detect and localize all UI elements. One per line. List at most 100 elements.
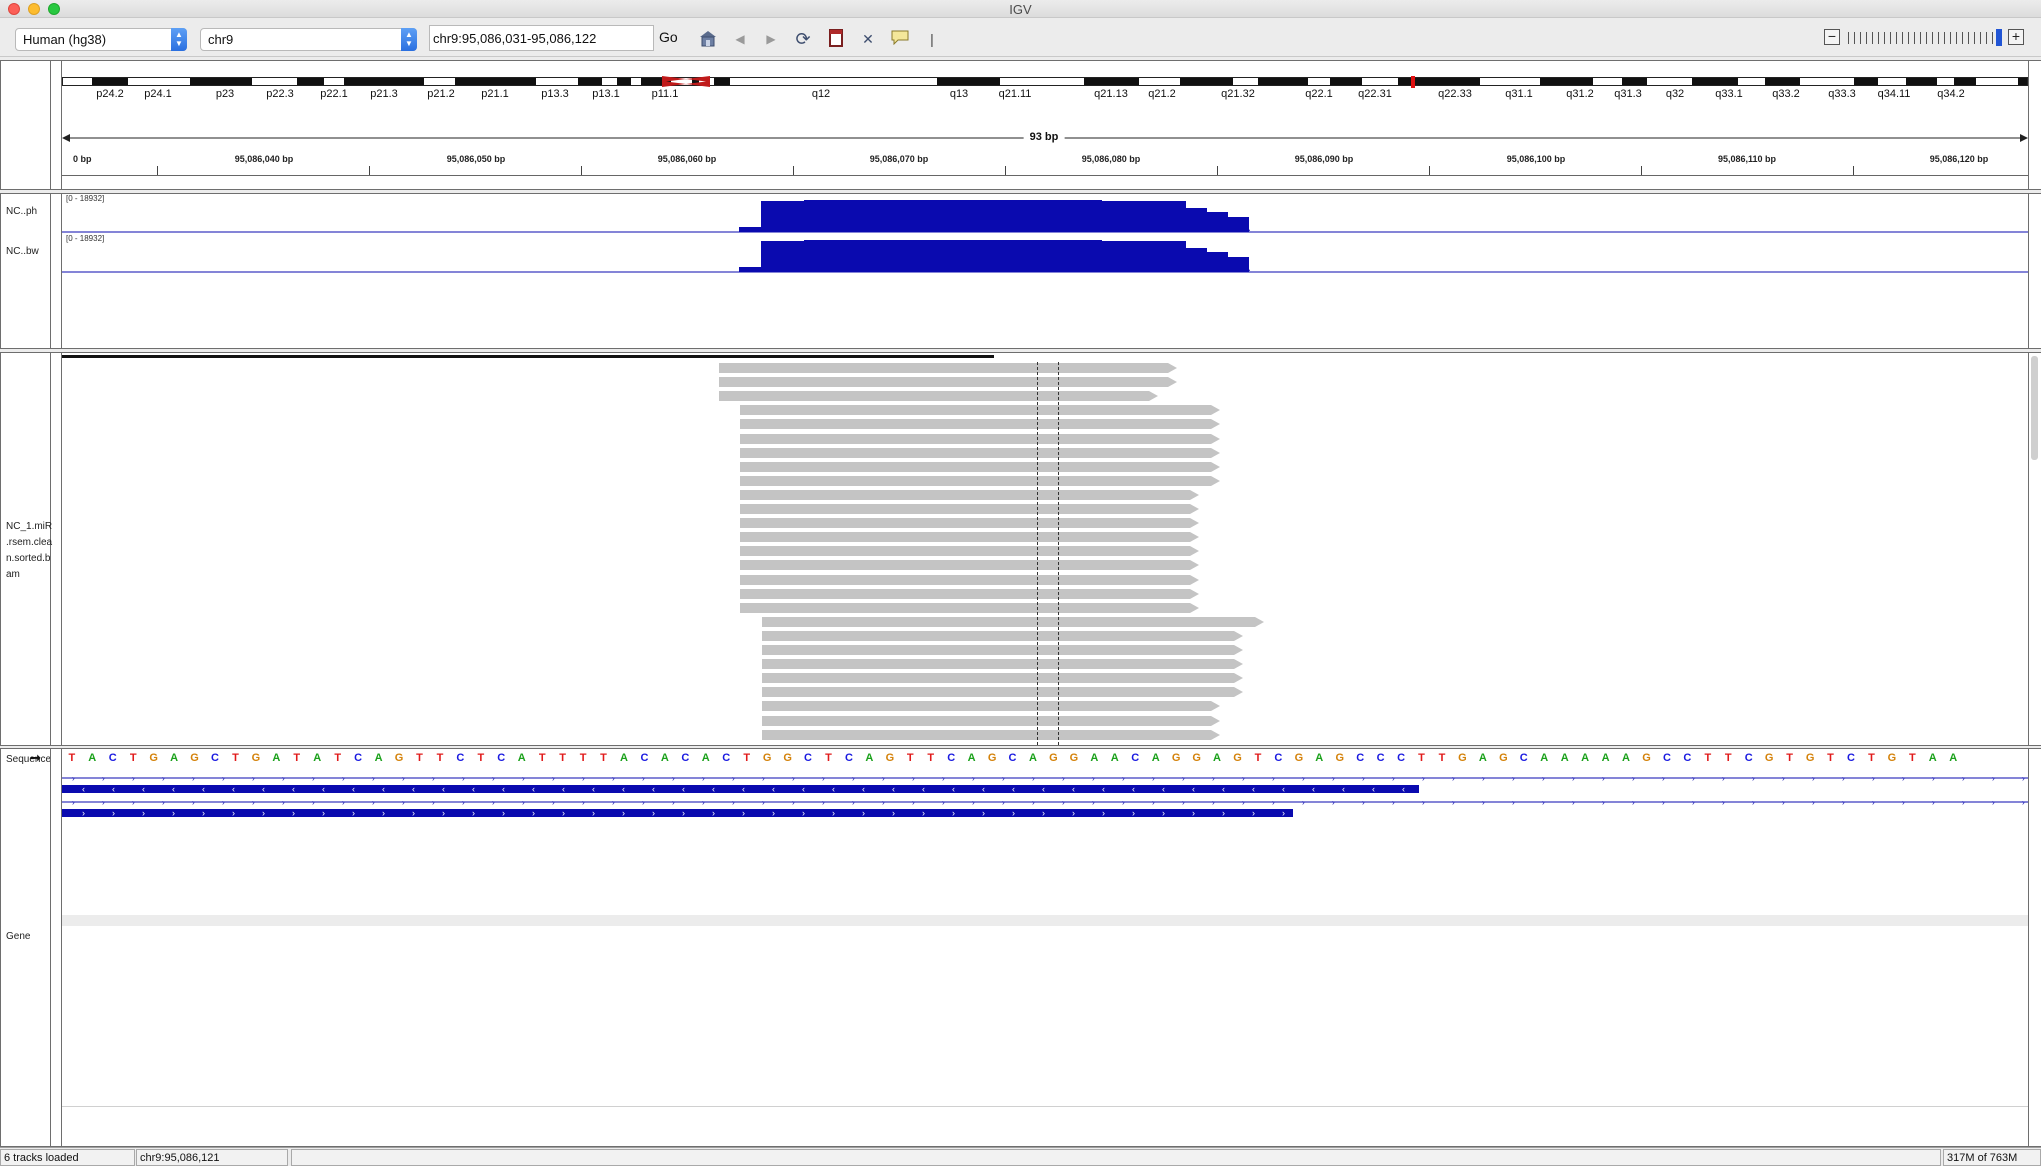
zoom-slider-thumb[interactable] [1996,29,2002,46]
alignment-read[interactable] [740,546,1199,557]
alignment-read[interactable] [740,504,1199,514]
svg-text:›: › [822,798,825,807]
alignment-read[interactable] [762,659,1243,670]
alignment-read[interactable] [740,475,1220,486]
alignment-read[interactable] [719,391,1158,402]
sequence-base: T [1254,752,1262,764]
svg-text:›: › [222,798,225,807]
popup-info-icon[interactable] [889,29,911,49]
roi-icon[interactable] [825,29,847,49]
alignment-read[interactable] [740,532,1199,543]
alignment-read[interactable] [740,560,1199,571]
svg-text:‹: ‹ [112,784,115,794]
track-name-coverage1[interactable]: NC..ph [6,204,37,220]
sequence-base: G [987,752,997,764]
svg-text:›: › [612,774,615,783]
svg-text:›: › [162,798,165,807]
alignment-read[interactable] [740,588,1199,599]
zoom-slider[interactable] [1848,32,1998,44]
zoom-in-button[interactable]: + [2008,29,2024,45]
sequence-base: A [272,752,281,764]
gene-track[interactable]: › › › › › › › › › › › › › › › › › › › › › › › › › › › › › › › › › › › › › › › ›… [62,770,2028,820]
svg-text:›: › [642,774,645,783]
sequence-base: T [559,752,566,764]
svg-text:‹: ‹ [442,784,445,794]
alignment-read[interactable] [719,377,1177,388]
svg-text:›: › [1752,774,1755,783]
svg-text:‹: ‹ [1102,784,1105,794]
svg-text:›: › [1282,808,1285,818]
svg-text:›: › [282,774,285,783]
sequence-base: G [1069,752,1079,764]
alignment-scrollbar[interactable] [2031,356,2038,460]
chromosome-ideogram[interactable] [62,76,2028,88]
sequence-strand-arrow-icon[interactable]: ➞ [30,750,41,766]
svg-text:›: › [1992,774,1995,783]
back-icon[interactable]: ◀ [729,29,751,49]
refresh-icon[interactable]: ⟳ [792,29,814,49]
sequence-base: C [1008,752,1017,764]
go-button[interactable]: Go [659,29,678,45]
coverage-track-2[interactable] [62,235,2028,273]
alignment-read[interactable] [740,433,1220,444]
track-name-alignment[interactable]: NC_1.miR .rsem.clea n.sorted.b am [6,519,52,583]
svg-text:‹: ‹ [652,784,655,794]
alignment-read[interactable] [740,447,1220,458]
locus-input[interactable] [429,25,654,51]
sequence-base: T [1418,752,1425,764]
coverage-track-1[interactable] [62,195,2028,233]
svg-text:›: › [1002,774,1005,783]
svg-text:›: › [972,798,975,807]
ruler-tick-mark [1005,166,1006,175]
resize-icon[interactable]: ✕ [857,29,879,49]
svg-text:‹: ‹ [622,784,625,794]
svg-text:›: › [1512,798,1515,807]
sequence-base: C [640,752,649,764]
alignment-read[interactable] [740,405,1220,416]
svg-text:›: › [1182,774,1185,783]
alignment-read[interactable] [762,645,1243,655]
ruler-line-icon[interactable]: | [921,29,943,49]
svg-text:›: › [1692,798,1695,807]
svg-text:›: › [202,808,205,818]
sequence-base: A [1560,752,1569,764]
alignment-read[interactable] [740,461,1220,472]
track-name-sequence[interactable]: Sequence [6,752,50,768]
svg-text:›: › [1722,774,1725,783]
sequence-base: A [1601,752,1610,764]
svg-text:›: › [1042,808,1045,818]
svg-text:‹: ‹ [1312,784,1315,794]
svg-text:›: › [1602,798,1605,807]
svg-text:›: › [1302,798,1305,807]
home-icon[interactable] [697,29,719,49]
svg-text:›: › [1162,808,1165,818]
alignment-read[interactable] [719,363,1177,373]
chromosome-select[interactable]: chr9 ▲ ▼ [200,28,417,51]
zoom-out-button[interactable]: − [1824,29,1840,45]
svg-text:›: › [1872,774,1875,783]
alignment-read[interactable] [762,616,1264,627]
sequence-base: G [783,752,792,764]
svg-text:›: › [342,774,345,783]
forward-icon[interactable]: ▶ [760,29,782,49]
svg-text:›: › [1542,774,1545,783]
svg-text:‹: ‹ [1042,784,1045,794]
sequence-base: C [1274,752,1283,764]
alignment-read[interactable] [762,729,1220,740]
svg-text:‹: ‹ [262,784,265,794]
alignment-read[interactable] [740,574,1199,585]
alignment-read[interactable] [762,673,1243,684]
track-name-gene[interactable]: Gene [6,929,30,945]
alignment-read[interactable] [740,602,1199,613]
alignment-read[interactable] [740,419,1220,430]
genome-select[interactable]: Human (hg38) ▲ ▼ [15,28,187,51]
track-name-coverage2[interactable]: NC..bw [6,244,39,260]
alignment-read[interactable] [740,518,1199,529]
svg-text:›: › [1122,774,1125,783]
alignment-read[interactable] [762,701,1220,712]
alignment-read[interactable] [762,715,1220,726]
alignment-read[interactable] [740,489,1199,500]
alignment-read[interactable] [762,687,1243,698]
svg-text:›: › [82,808,85,818]
alignment-read[interactable] [762,630,1243,641]
